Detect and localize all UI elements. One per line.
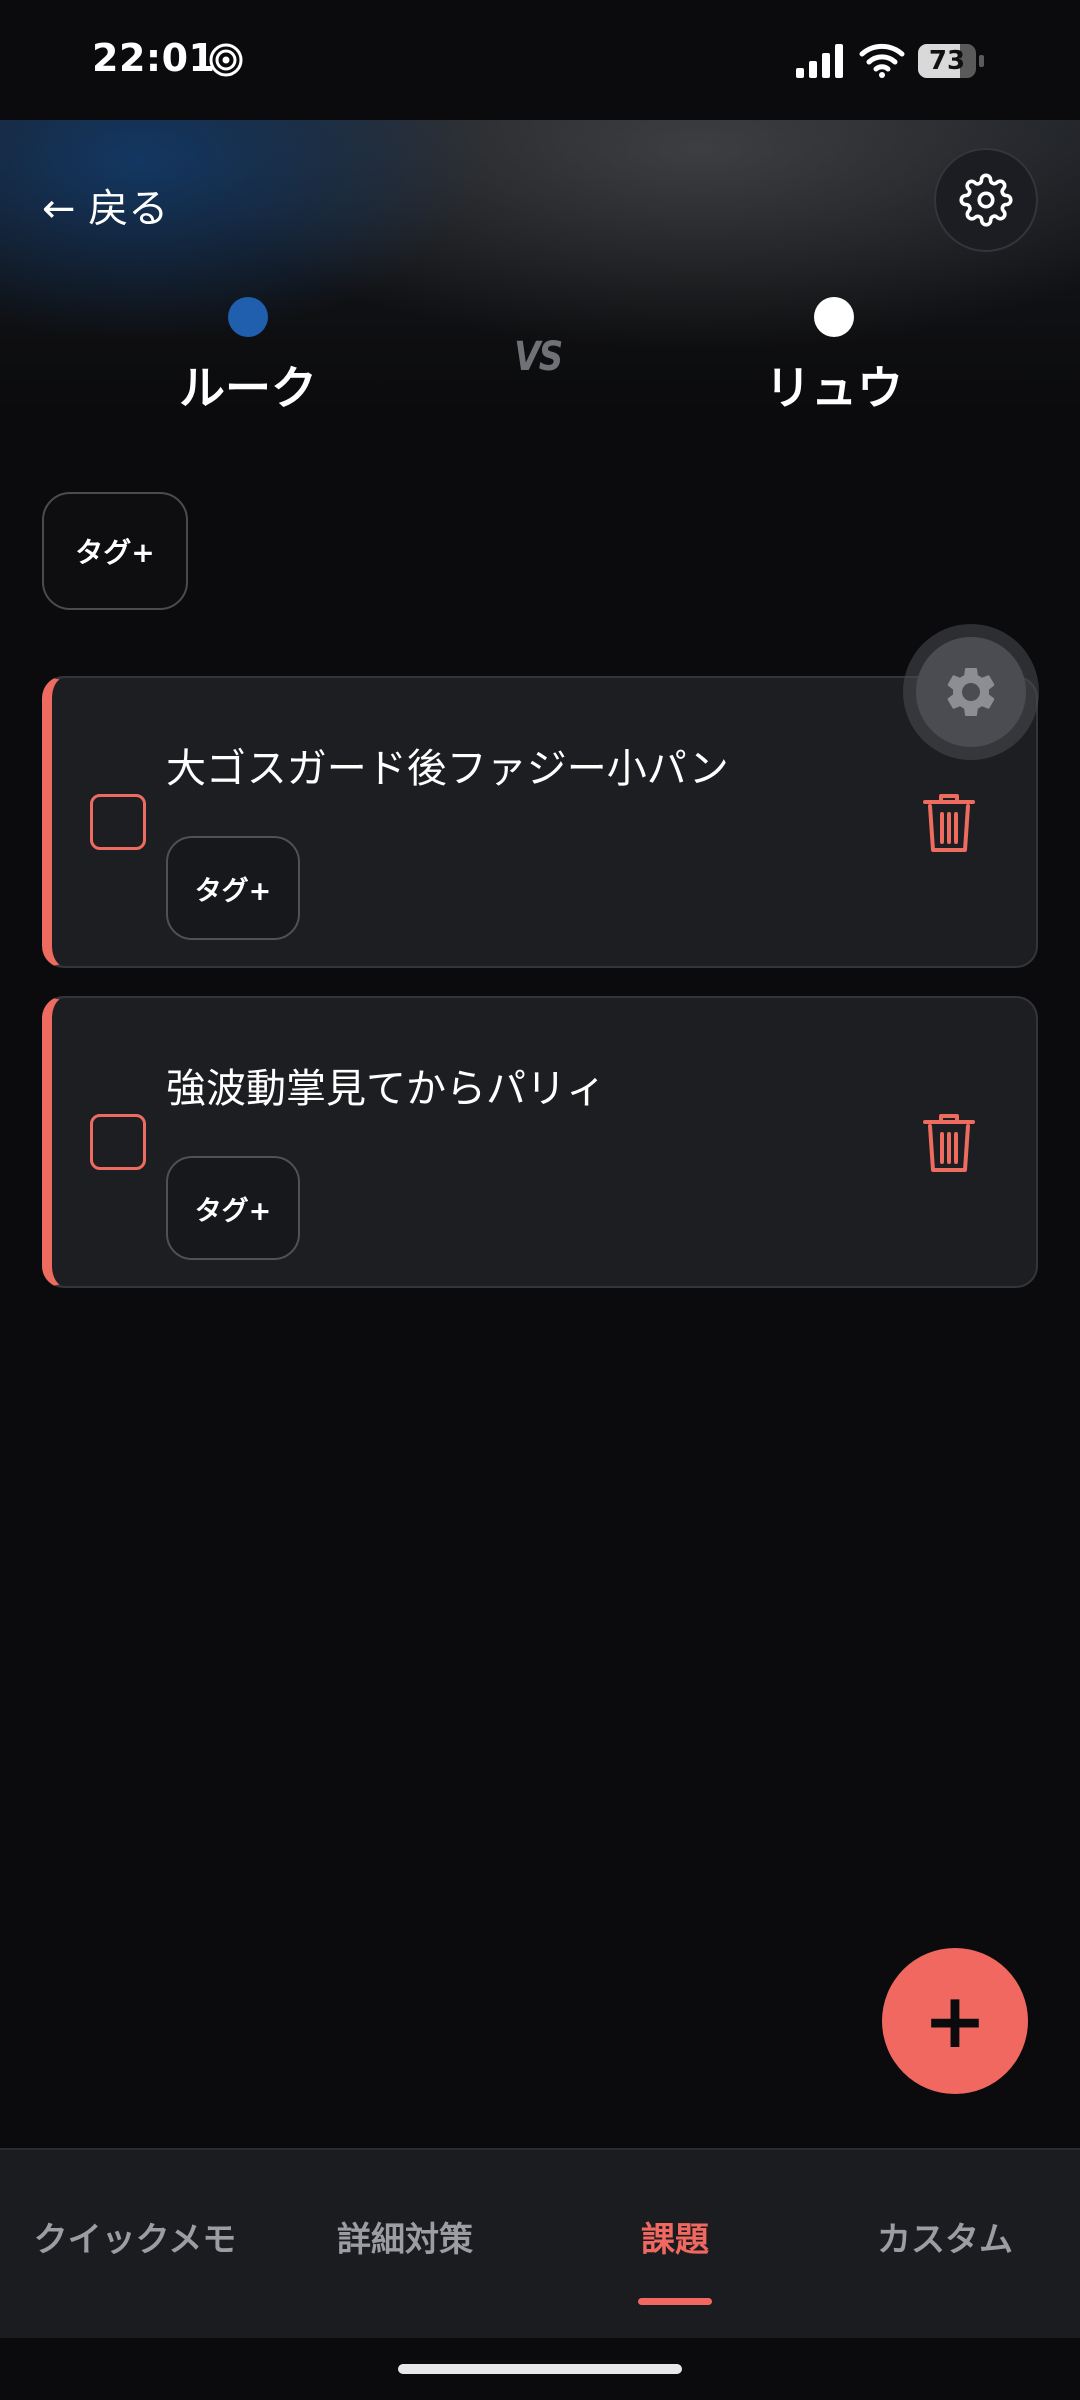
gear-icon (947, 667, 995, 716)
battery-level: 73 (928, 46, 966, 76)
spiral-app-icon (209, 43, 243, 77)
gear-icon (959, 173, 1013, 227)
player-right-name: リュウ (765, 361, 903, 415)
task-title[interactable]: 強波動掌見てからパリィ (166, 1056, 606, 1114)
add-tag-button[interactable]: タグ+ (166, 1156, 300, 1260)
add-task-fab[interactable]: + (882, 1948, 1028, 2094)
tab-tasks[interactable]: 課題 (540, 2212, 810, 2261)
task-card: 大ゴスガード後ファジー小パン タグ+ (42, 676, 1038, 968)
vs-label: VS (514, 334, 563, 380)
tab-detailed-counter[interactable]: 詳細対策 (270, 2212, 540, 2261)
settings-button[interactable] (934, 148, 1038, 252)
add-tag-button[interactable]: タグ+ (166, 836, 300, 940)
battery-icon: 73 (918, 44, 986, 78)
task-checkbox[interactable] (90, 794, 146, 850)
trash-icon[interactable] (922, 792, 976, 854)
tag-label: タグ+ (194, 1195, 272, 1227)
home-indicator[interactable] (398, 2364, 682, 2374)
add-tag-filter-button[interactable]: タグ+ (42, 492, 188, 610)
active-tab-indicator (638, 2298, 712, 2305)
back-button[interactable]: ← 戻る (42, 176, 168, 234)
task-title[interactable]: 大ゴスガード後ファジー小パン (166, 736, 729, 794)
trash-icon[interactable] (922, 1112, 976, 1174)
status-time: 22:01 (92, 36, 216, 80)
wifi-icon (859, 43, 905, 78)
floating-settings-button[interactable] (903, 624, 1039, 760)
player-right-color-dot (814, 297, 854, 337)
bottom-tab-bar: クイックメモ 詳細対策 課題 カスタム (0, 2148, 1080, 2338)
plus-icon: + (923, 1976, 987, 2065)
back-label: ← 戻る (42, 186, 169, 232)
signal-icon (796, 44, 843, 78)
task-card: 強波動掌見てからパリィ タグ+ (42, 996, 1038, 1288)
player-left-color-dot (228, 297, 268, 337)
player-left-name: ルーク (179, 361, 317, 415)
tab-custom[interactable]: カスタム (810, 2212, 1080, 2261)
task-checkbox[interactable] (90, 1114, 146, 1170)
tag-filter-label: タグ+ (75, 536, 155, 569)
tag-label: タグ+ (194, 875, 272, 907)
tab-quick-memo[interactable]: クイックメモ (0, 2212, 270, 2261)
